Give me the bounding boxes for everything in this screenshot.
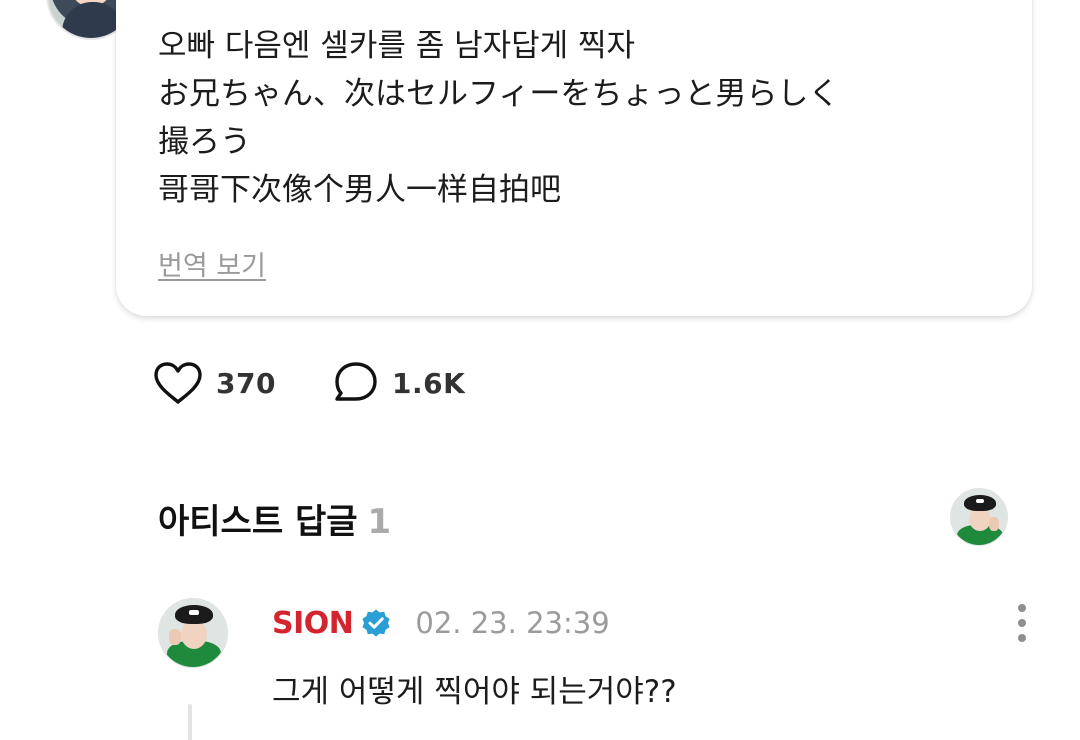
avatar-face (181, 620, 207, 649)
kebab-dot (1018, 634, 1026, 642)
avatar-hat-band (976, 499, 984, 503)
comment-line-japanese: お兄ちゃん、次はセルフィーをちょっと男らしく (158, 76, 840, 112)
avatar-hand (989, 517, 999, 531)
comment-text: 오빠 다음엔 셀카를 좀 남자답게 찍자 お兄ちゃん、次はセルフィーをちょっと男… (158, 22, 998, 214)
speech-bubble-icon (335, 362, 377, 401)
comment-count: 1.6K (392, 366, 466, 400)
verified-badge-icon (362, 609, 390, 637)
more-options-icon[interactable] (1010, 604, 1034, 644)
comment-line-chinese: 哥哥下次像个男人一样自拍吧 (158, 172, 561, 208)
comment-button[interactable]: 1.6K (332, 358, 465, 408)
kebab-dot (1018, 619, 1026, 627)
avatar-hat (964, 495, 996, 511)
fan-comment-screen: 오빠 다음엔 셀카를 좀 남자답게 찍자 お兄ちゃん、次はセルフィーをちょっと男… (0, 0, 1080, 740)
artist-replies-header: 아티스트 답글 1 (158, 494, 391, 543)
reply-author-name[interactable]: SION (272, 606, 354, 641)
reply-meta: SION 02. 23. 23:39 (272, 603, 610, 643)
artist-avatar-small[interactable] (950, 488, 1008, 546)
reply-timestamp: 02. 23. 23:39 (415, 606, 610, 640)
artist-replies-title: 아티스트 답글 (158, 502, 358, 542)
kebab-dot (1018, 604, 1026, 612)
reply-avatar[interactable] (158, 598, 228, 668)
heart-outline-icon (154, 362, 202, 404)
reply-text: 그게 어떻게 찍어야 되는거야?? (272, 674, 677, 710)
like-count: 370 (216, 366, 276, 400)
translate-link[interactable]: 번역 보기 (158, 244, 266, 283)
avatar-hat-band (189, 610, 199, 615)
like-button[interactable]: 370 (152, 358, 276, 408)
artist-replies-count: 1 (367, 502, 392, 542)
comment-line-korean: 오빠 다음엔 셀카를 좀 남자답게 찍자 (158, 28, 636, 64)
avatar-shirt (62, 2, 124, 38)
avatar-hand (169, 629, 181, 645)
comment-line-japanese-cont: 撮ろう (158, 124, 251, 160)
reply-thread-line (188, 704, 192, 740)
